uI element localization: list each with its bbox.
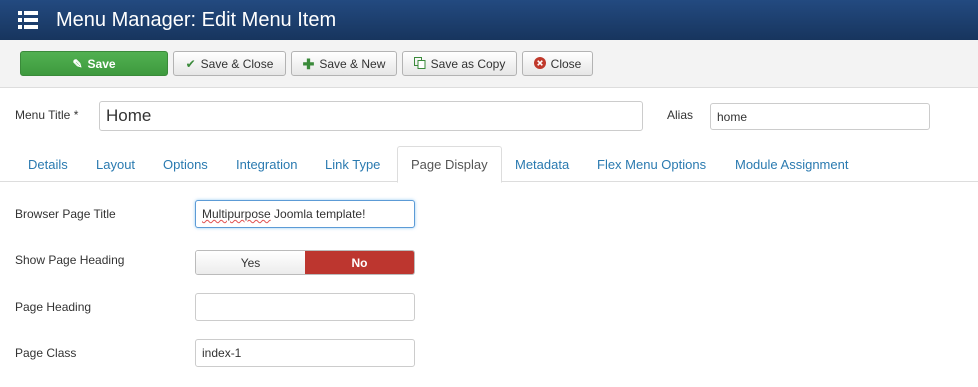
alias-label: Alias xyxy=(667,108,694,122)
alias-value: home xyxy=(717,109,748,124)
edit-icon: ✎ xyxy=(72,56,83,71)
save-copy-button-label: Save as Copy xyxy=(430,56,506,71)
page-heading-input[interactable] xyxy=(195,293,415,321)
menu-title-value: Home xyxy=(106,106,152,125)
tab-module-assignment[interactable]: Module Assignment xyxy=(722,146,861,182)
page-class-value: index-1 xyxy=(202,346,242,360)
tab-integration[interactable]: Integration xyxy=(223,146,310,182)
plus-icon: ✚ xyxy=(302,55,315,72)
menu-title-label: Menu Title * xyxy=(15,108,79,122)
browser-page-title-label: Browser Page Title xyxy=(15,207,116,221)
save-close-button-label: Save & Close xyxy=(200,56,274,71)
page-header: Menu Manager: Edit Menu Item xyxy=(0,0,978,40)
save-button-label: Save xyxy=(87,56,116,71)
tab-link-type[interactable]: Link Type xyxy=(312,146,393,182)
copy-icon xyxy=(413,56,426,71)
close-button[interactable]: Close xyxy=(522,51,593,76)
tab-layout[interactable]: Layout xyxy=(83,146,148,182)
tab-bar: Details Layout Options Integration Link … xyxy=(0,146,978,183)
save-button[interactable]: ✎ Save xyxy=(20,51,168,76)
tab-metadata[interactable]: Metadata xyxy=(502,146,582,182)
tab-flex-menu-options[interactable]: Flex Menu Options xyxy=(584,146,719,182)
show-page-heading-no[interactable]: No xyxy=(305,251,414,274)
show-page-heading-label: Show Page Heading xyxy=(15,253,125,267)
show-page-heading-yes[interactable]: Yes xyxy=(196,251,305,274)
page-class-input[interactable]: index-1 xyxy=(195,339,415,367)
save-close-button[interactable]: ✔ Save & Close xyxy=(173,51,286,76)
browser-page-title-rest: Joomla template! xyxy=(270,207,366,221)
close-circle-icon xyxy=(533,56,546,71)
check-icon: ✔ xyxy=(185,56,196,71)
tab-details[interactable]: Details xyxy=(15,146,81,182)
save-new-button-label: Save & New xyxy=(319,56,386,71)
menu-list-icon xyxy=(18,11,38,29)
tab-options[interactable]: Options xyxy=(150,146,221,182)
page-class-label: Page Class xyxy=(15,346,77,360)
page-heading-label: Page Heading xyxy=(15,300,92,314)
close-button-label: Close xyxy=(550,56,582,71)
show-page-heading-toggle: Yes No xyxy=(195,250,415,275)
spellcheck-word: Multipurpose xyxy=(202,207,271,221)
toolbar: ✎ Save ✔ Save & Close ✚ Save & New Save … xyxy=(0,40,978,88)
menu-title-input[interactable]: Home xyxy=(99,101,643,131)
save-copy-button[interactable]: Save as Copy xyxy=(402,51,517,76)
tab-page-display[interactable]: Page Display xyxy=(397,146,502,183)
page-title: Menu Manager: Edit Menu Item xyxy=(56,8,337,31)
browser-page-title-value: Multipurpose Joomla template! xyxy=(202,207,365,221)
alias-input[interactable]: home xyxy=(710,103,930,130)
save-new-button[interactable]: ✚ Save & New xyxy=(291,51,397,76)
browser-page-title-input[interactable]: Multipurpose Joomla template! xyxy=(195,200,415,228)
